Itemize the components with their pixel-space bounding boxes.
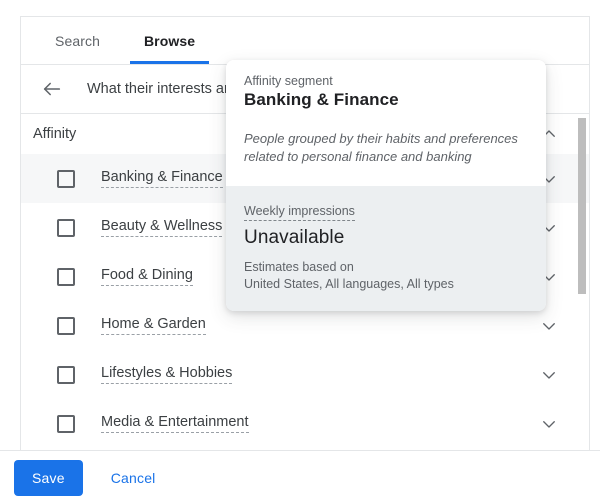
checkbox-lifestyles-hobbies[interactable] [57, 365, 75, 384]
estimates-basis-label: Estimates based on [244, 260, 354, 274]
tab-browse-label: Browse [143, 32, 196, 49]
list-item-label: Food & Dining [101, 267, 193, 286]
group-header-label: Affinity [33, 126, 77, 142]
tooltip-title: Banking & Finance [244, 90, 399, 109]
weekly-impressions-label[interactable]: Weekly impressions [244, 204, 355, 221]
tab-bar: Search Browse [21, 17, 589, 65]
save-button[interactable]: Save [14, 459, 83, 496]
dialog-footer: Save Cancel [0, 450, 600, 504]
segment-details-tooltip: Affinity segment Banking & Finance Peopl… [226, 60, 546, 311]
tab-search[interactable]: Search [33, 17, 122, 64]
tooltip-metrics-section: Weekly impressions Unavailable Estimates… [226, 186, 546, 311]
screen-root: Search Browse What their interests and h… [0, 0, 600, 504]
chevron-down-icon[interactable] [537, 363, 561, 387]
scrollbar-thumb[interactable] [578, 118, 586, 294]
checkbox-beauty-wellness[interactable] [57, 218, 75, 237]
arrow-left-icon[interactable] [39, 76, 65, 102]
tooltip-description: People grouped by their habits and prefe… [244, 131, 518, 164]
tab-browse[interactable]: Browse [122, 17, 217, 64]
list-item-label: Home & Garden [101, 316, 206, 335]
list-item[interactable]: Lifestyles & Hobbies [21, 350, 589, 399]
chevron-down-icon[interactable] [537, 412, 561, 436]
checkbox-home-garden[interactable] [57, 316, 75, 335]
weekly-impressions-value: Unavailable [244, 227, 345, 248]
list-item-label: Media & Entertainment [101, 414, 249, 433]
chevron-down-icon[interactable] [537, 314, 561, 338]
checkbox-media-entertainment[interactable] [57, 414, 75, 433]
checkbox-food-dining[interactable] [57, 267, 75, 286]
tooltip-header-section: Affinity segment Banking & Finance Peopl… [226, 60, 546, 186]
list-item[interactable]: Media & Entertainment [21, 399, 589, 448]
list-item-label: Banking & Finance [101, 169, 223, 188]
list-scrollbar[interactable] [577, 114, 587, 448]
tooltip-eyebrow: Affinity segment [244, 74, 333, 88]
list-item-label: Lifestyles & Hobbies [101, 365, 233, 384]
tab-search-label: Search [55, 32, 100, 49]
cancel-button[interactable]: Cancel [101, 460, 166, 496]
checkbox-banking-finance[interactable] [57, 169, 75, 188]
list-item-label: Beauty & Wellness [101, 218, 223, 237]
estimates-basis-value: United States, All languages, All types [244, 277, 454, 291]
